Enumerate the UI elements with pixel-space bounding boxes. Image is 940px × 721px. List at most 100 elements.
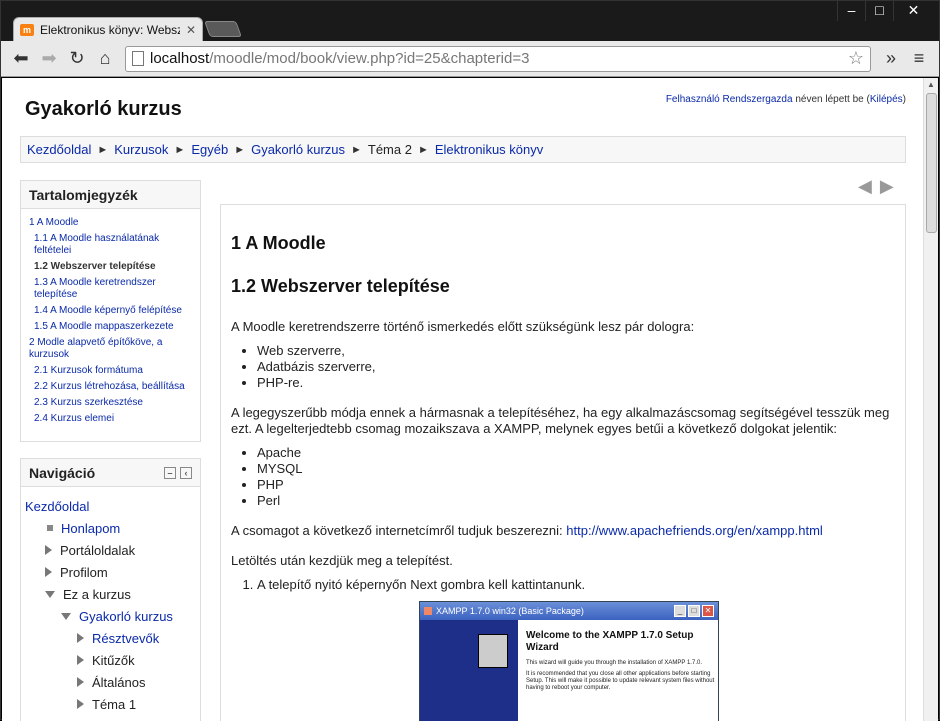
collapsed-arrow-icon[interactable]: [77, 677, 84, 687]
installer-maximize-icon: □: [688, 605, 700, 617]
next-chapter-icon[interactable]: ▶: [880, 176, 894, 197]
toc-item[interactable]: 2 Modle alapvető építőköve, a kurzusok: [29, 337, 192, 361]
window-controls: ‒ □ ✕: [837, 1, 933, 21]
toc-item[interactable]: 1.5 A Moodle mappaszerkezete: [29, 321, 192, 333]
collapsed-arrow-icon[interactable]: [77, 633, 84, 643]
requirements-list: Web szerverre,Adatbázis szerverre,PHP-re…: [257, 343, 895, 391]
nav-item-label: Általános: [92, 674, 146, 690]
installer-box-icon: [478, 634, 508, 668]
list-item: Web szerverre,: [257, 343, 895, 359]
menu-icon[interactable]: ≡: [907, 47, 931, 71]
list-item: MYSQL: [257, 461, 895, 477]
nav-item[interactable]: Téma 1: [25, 693, 196, 715]
nav-item-label[interactable]: Gyakorló kurzus: [79, 609, 173, 624]
bookmark-star-icon[interactable]: ☆: [848, 48, 864, 69]
breadcrumb-course[interactable]: Gyakorló kurzus: [251, 142, 345, 157]
collapsed-arrow-icon[interactable]: [45, 567, 52, 577]
list-item: A telepítő nyitó képernyőn Next gombra k…: [257, 577, 895, 592]
browser-window: m Elektronikus könyv: Websz ✕ ‒ □ ✕ ⬅ ➡ …: [0, 0, 940, 721]
breadcrumb-separator-icon: ►: [417, 143, 429, 156]
breadcrumb-topic: Téma 2: [367, 142, 412, 157]
maximize-button[interactable]: □: [865, 1, 893, 21]
toc-item[interactable]: 2.1 Kurzusok formátuma: [29, 365, 192, 377]
tab-title: Elektronikus könyv: Websz: [40, 22, 180, 37]
forward-icon[interactable]: ➡: [37, 47, 61, 71]
breadcrumb-book[interactable]: Elektronikus könyv: [435, 142, 543, 157]
extensions-chevron-icon[interactable]: »: [879, 47, 903, 71]
download-link[interactable]: http://www.apachefriends.org/en/xampp.ht…: [566, 523, 823, 538]
toc-item[interactable]: 1.3 A Moodle keretrendszer telepítése: [29, 277, 192, 301]
close-window-button[interactable]: ✕: [893, 1, 933, 21]
address-bar[interactable]: localhost/moodle/mod/book/view.php?id=25…: [125, 45, 871, 72]
nav-item[interactable]: Honlapom: [25, 517, 196, 539]
breadcrumb: Kezdőoldal ► Kurzusok ► Egyéb ► Gyakorló…: [20, 136, 906, 163]
toc-item[interactable]: 1.4 A Moodle képernyő felépítése: [29, 305, 192, 317]
breadcrumb-courses[interactable]: Kurzusok: [114, 142, 168, 157]
nav-item-label[interactable]: Résztvevők: [92, 631, 159, 646]
bullet-square-icon: [47, 525, 53, 531]
logout-link[interactable]: Kilépés: [870, 94, 903, 105]
installer-screenshot: XAMPP 1.7.0 win32 (Basic Package) _ □ ✕ We…: [419, 601, 719, 721]
installer-minimize-icon: _: [674, 605, 686, 617]
nav-item[interactable]: Portáloldalak: [25, 539, 196, 561]
previous-chapter-icon[interactable]: ◀: [858, 176, 872, 197]
nav-item[interactable]: Résztvevők: [25, 627, 196, 649]
browser-tab[interactable]: m Elektronikus könyv: Websz ✕: [13, 17, 203, 41]
vertical-scrollbar[interactable]: ▲: [923, 78, 938, 721]
nav-item-label[interactable]: Kezdőoldal: [25, 499, 89, 514]
installer-titlebar: XAMPP 1.7.0 win32 (Basic Package) _ □ ✕: [420, 602, 718, 620]
chapter-content: 1 A Moodle 1.2 Webszerver telepítése A M…: [220, 204, 906, 721]
collapsed-arrow-icon[interactable]: [77, 655, 84, 665]
minimize-button[interactable]: ‒: [837, 1, 865, 21]
toc-item: 1.2 Webszerver telepítése: [34, 261, 156, 272]
nav-item[interactable]: Profilom: [25, 561, 196, 583]
toc-item[interactable]: 2.2 Kurzus létrehozása, beállítása: [29, 381, 192, 393]
xampp-list: ApacheMYSQLPHPPerl: [257, 445, 895, 509]
nav-item[interactable]: Gyakorló kurzus: [25, 605, 196, 627]
home-icon[interactable]: ⌂: [93, 47, 117, 71]
nav-item-label: Profilom: [60, 564, 108, 580]
moodle-favicon-icon: m: [20, 23, 34, 36]
nav-item[interactable]: Kitűzők: [25, 649, 196, 671]
paragraph: A csomagot a következő internetcímről tu…: [231, 523, 895, 539]
breadcrumb-home[interactable]: Kezdőoldal: [27, 142, 91, 157]
user-link[interactable]: Felhasználó Rendszergazda: [666, 94, 793, 105]
breadcrumb-separator-icon: ►: [234, 143, 246, 156]
nav-item-label: Portáloldalak: [60, 542, 136, 558]
toc-item[interactable]: 1 A Moodle: [29, 217, 192, 229]
breadcrumb-other[interactable]: Egyéb: [191, 142, 228, 157]
installer-welcome: Welcome to the XAMPP 1.7.0 Setup Wizard: [526, 630, 694, 653]
nav-item-label[interactable]: Honlapom: [61, 521, 120, 536]
nav-item-label: Ez a kurzus: [63, 586, 131, 602]
toc-item[interactable]: 2.4 Kurzus elemei: [29, 413, 192, 425]
browser-toolbar: ⬅ ➡ ↻ ⌂ localhost/moodle/mod/book/view.p…: [1, 41, 939, 77]
login-text: néven lépett be (: [792, 94, 870, 105]
nav-item[interactable]: Kezdőoldal: [25, 495, 196, 517]
navigation-title: Navigáció: [29, 464, 96, 481]
back-icon[interactable]: ⬅: [9, 47, 33, 71]
navigation-list: Kezdőoldal Honlapom Portáloldalak Profilom E…: [21, 487, 200, 721]
login-info: Felhasználó Rendszergazda néven lépett b…: [666, 94, 906, 105]
collapsed-arrow-icon[interactable]: [45, 545, 52, 555]
collapsed-arrow-icon[interactable]: [77, 699, 84, 709]
new-tab-button[interactable]: [204, 21, 242, 37]
scroll-up-icon[interactable]: ▲: [927, 80, 935, 89]
toc-item[interactable]: 2.3 Kurzus szerkesztése: [29, 397, 192, 409]
title-bar: m Elektronikus könyv: Websz ✕ ‒ □ ✕: [1, 1, 939, 41]
reload-icon[interactable]: ↻: [65, 47, 89, 71]
expanded-arrow-icon[interactable]: [61, 612, 71, 620]
nav-item[interactable]: Általános: [25, 671, 196, 693]
nav-item[interactable]: Ez a kurzus: [25, 583, 196, 605]
collapse-block-icon[interactable]: –: [164, 466, 176, 479]
dock-block-icon[interactable]: ‹: [180, 466, 192, 479]
list-item: Perl: [257, 493, 895, 509]
scrollbar-thumb[interactable]: [926, 93, 937, 233]
table-of-contents-block: Tartalomjegyzék 1 A Moodle 1.1 A Moodle h…: [20, 180, 201, 442]
breadcrumb-separator-icon: ►: [174, 143, 186, 156]
expanded-arrow-icon[interactable]: [45, 590, 55, 598]
breadcrumb-separator-icon: ►: [97, 143, 109, 156]
toc-item[interactable]: 1.1 A Moodle használatának feltételei: [29, 233, 192, 257]
close-tab-icon[interactable]: ✕: [186, 23, 196, 37]
breadcrumb-separator-icon: ►: [351, 143, 362, 156]
download-text: A csomagot a következő internetcímről tu…: [231, 523, 567, 538]
